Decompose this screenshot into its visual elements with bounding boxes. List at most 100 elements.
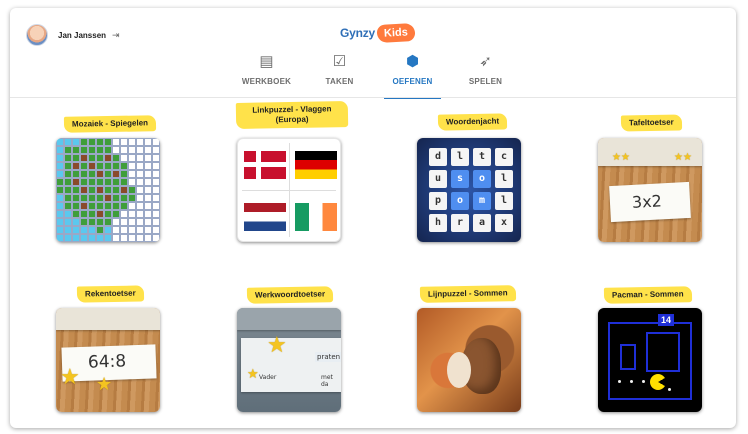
mosaic-cell [88,162,96,170]
mosaic-cell [136,186,144,194]
mosaic-cell [72,186,80,194]
mosaic-cell [96,162,104,170]
mosaic-cell [64,202,72,210]
mosaic-cell [120,194,128,202]
mosaic-cell [72,178,80,186]
mosaic-cell [104,146,112,154]
game-label-pacman[interactable]: Pacman - Sommen [604,286,692,304]
mosaic-cell [112,210,120,218]
mosaic-cell [72,170,80,178]
mosaic-cell [72,234,80,242]
mosaic-cell [64,234,72,242]
thumb-linkpuzzel[interactable] [237,138,341,242]
mosaic-cell [72,146,80,154]
game-label-rekentoetser[interactable]: Rekentoetser [76,285,144,303]
mosaic-cell [72,138,80,146]
game-label-mozaiek[interactable]: Mozaiek - Spiegelen [63,115,157,133]
rocket-icon: ➶ [479,53,492,70]
mosaic-cell [64,194,72,202]
mosaic-cell [112,202,120,210]
tab-label: OEFENEN [392,77,433,86]
tab-taken[interactable]: ☑ TAKEN [303,52,376,94]
mosaic-cell [88,210,96,218]
mosaic-cell [104,186,112,194]
thumb-woordenjacht[interactable]: dltcusolpomlhrax [417,138,521,242]
flag-netherlands [244,203,286,231]
verb-word: praten [315,352,341,362]
game-label-werkwoordtoetser[interactable]: Werkwoordtoetser [246,286,334,304]
mosaic-cell [104,194,112,202]
mosaic-cell [72,218,80,226]
mosaic-cell [104,234,112,242]
mosaic-cell [128,178,136,186]
tab-oefenen[interactable]: ⬢ OEFENEN [376,52,449,99]
mosaic-cell [152,226,160,234]
mosaic-cell [56,138,64,146]
mosaic-cell [112,138,120,146]
star-icon: ★ [96,374,113,394]
mosaic-cell [136,210,144,218]
letter-tile: c [495,148,513,166]
app-window: Jan Janssen ⇥ Gynzy Kids ▤ WERKBOEK ☑ TA… [10,8,736,428]
mosaic-cell [96,170,104,178]
star-icon: ★★ [674,152,692,163]
game-label-wrap: Rekentoetser [50,285,170,303]
tab-spelen[interactable]: ➶ SPELEN [449,52,522,94]
mosaic-cell [72,210,80,218]
letter-tile: m [473,192,491,210]
user-name: Jan Janssen [58,30,107,40]
mosaic-cell [128,202,136,210]
star-icon: ★ [267,332,287,357]
thumb-tafeltoetser[interactable]: ★★ ★★ 3x2 [598,138,702,242]
mosaic-cell [56,178,64,186]
mosaic-cell [128,138,136,146]
thumb-werkwoordtoetser[interactable]: praten Vader met da ★ ★ [237,308,341,412]
mosaic-cell [104,210,112,218]
mosaic-cell [56,234,64,242]
maze-wall [646,332,680,372]
mosaic-cell [72,202,80,210]
maze-wall [620,344,636,370]
mosaic-cell [136,170,144,178]
logout-icon[interactable]: ⇥ [112,30,120,41]
logo-text: Gynzy [340,26,376,40]
mosaic-cell [152,194,160,202]
mosaic-cell [136,218,144,226]
thumb-mozaiek[interactable] [56,138,160,242]
mosaic-cell [104,162,112,170]
game-label-tafeltoetser[interactable]: Tafeltoetser [620,114,682,132]
mosaic-cell [128,234,136,242]
mosaic-cell [96,234,104,242]
game-label-lijnpuzzel[interactable]: Lijnpuzzel - Sommen [420,285,516,303]
mosaic-cell [56,218,64,226]
mosaic-cell [64,162,72,170]
mosaic-cell [104,202,112,210]
mosaic-cell [136,202,144,210]
mosaic-cell [96,194,104,202]
user-menu[interactable]: Jan Janssen ⇥ [26,24,120,46]
mosaic-cell [152,202,160,210]
gynzy-kids-logo[interactable]: Gynzy Kids [340,23,416,43]
question-card: 3x2 [609,181,691,223]
thumb-pacman[interactable]: 14 [598,308,702,412]
mosaic-cell [144,194,152,202]
tasks-icon: ☑ [332,53,347,70]
mosaic-cell [56,146,64,154]
dot [618,380,621,383]
mosaic-cell [80,218,88,226]
game-label-linkpuzzel[interactable]: Linkpuzzel - Vlaggen (Europa) [235,101,349,129]
mosaic-cell [144,138,152,146]
mosaic-cell [120,178,128,186]
avatar[interactable] [26,24,48,46]
thumb-lijnpuzzel[interactable] [417,308,521,412]
mosaic-cell [64,154,72,162]
mosaic-cell [80,154,88,162]
mosaic-cell [56,162,64,170]
mosaic-cell [64,186,72,194]
thumb-rekentoetser[interactable]: 64:8 ★ ★ [56,308,160,412]
tab-werkboek[interactable]: ▤ WERKBOEK [230,52,303,94]
game-label-woordenjacht[interactable]: Woordenjacht [438,113,508,131]
mosaic-cell [72,162,80,170]
mosaic-cell [152,186,160,194]
mosaic-cell [152,218,160,226]
